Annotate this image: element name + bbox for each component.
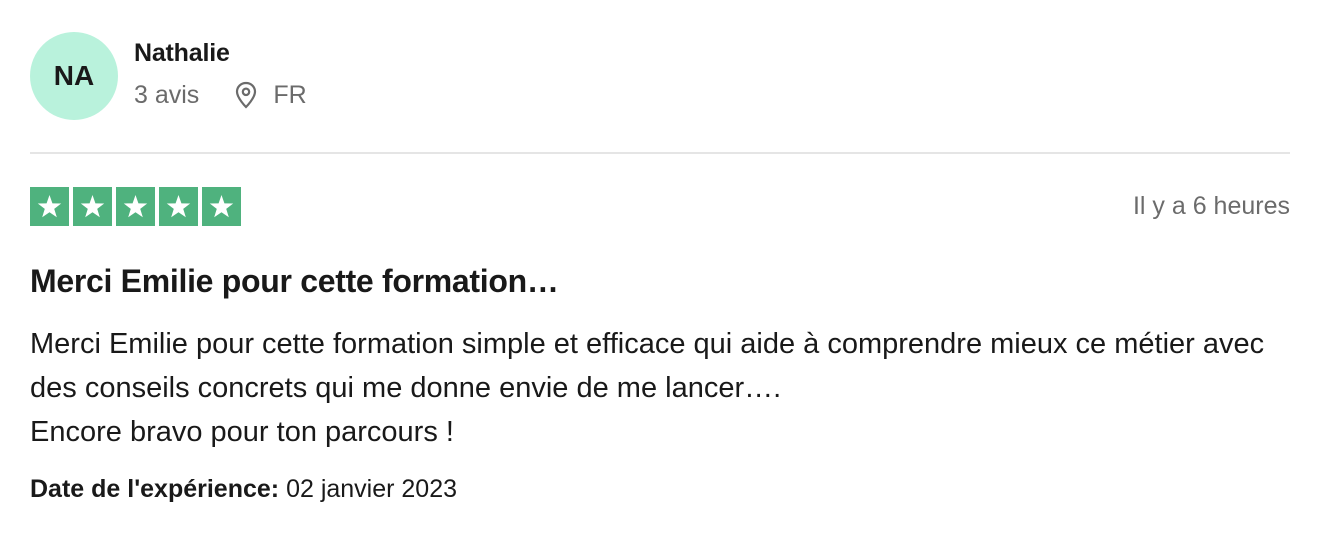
star-icon — [73, 186, 112, 226]
reviewer-location: FR — [233, 80, 307, 110]
experience-date-value: 02 janvier 2023 — [286, 475, 458, 503]
review-card: NA Nathalie 3 avis FR Il y a 6 heures Me… — [30, 30, 1290, 504]
reviewer-info: Nathalie 3 avis FR — [134, 30, 307, 110]
star-icon — [159, 186, 198, 226]
star-icon — [30, 186, 69, 226]
avatar[interactable]: NA — [30, 32, 118, 120]
star-icon — [202, 186, 241, 226]
reviewer-name[interactable]: Nathalie — [134, 38, 307, 68]
review-body-paragraph: Encore bravo pour ton parcours ! — [30, 416, 454, 448]
star-icon — [116, 186, 155, 226]
rating-row: Il y a 6 heures — [30, 186, 1290, 226]
reviewer-meta: 3 avis FR — [134, 80, 307, 110]
experience-date-label: Date de l'expérience: — [30, 475, 280, 503]
experience-date: Date de l'expérience: 02 janvier 2023 — [30, 474, 1290, 504]
country-code: FR — [273, 81, 307, 109]
review-title[interactable]: Merci Emilie pour cette formation… — [30, 262, 1290, 300]
divider — [30, 152, 1290, 154]
review-body: Merci Emilie pour cette formation simple… — [30, 322, 1290, 454]
avatar-initials: NA — [53, 60, 95, 91]
review-count: 3 avis — [134, 81, 200, 109]
star-rating — [30, 186, 241, 226]
review-body-paragraph: Merci Emilie pour cette formation simple… — [30, 328, 1265, 404]
reviewer-header: NA Nathalie 3 avis FR — [30, 30, 1290, 122]
review-relative-date: Il y a 6 heures — [1132, 191, 1290, 220]
map-pin-icon — [233, 80, 259, 110]
